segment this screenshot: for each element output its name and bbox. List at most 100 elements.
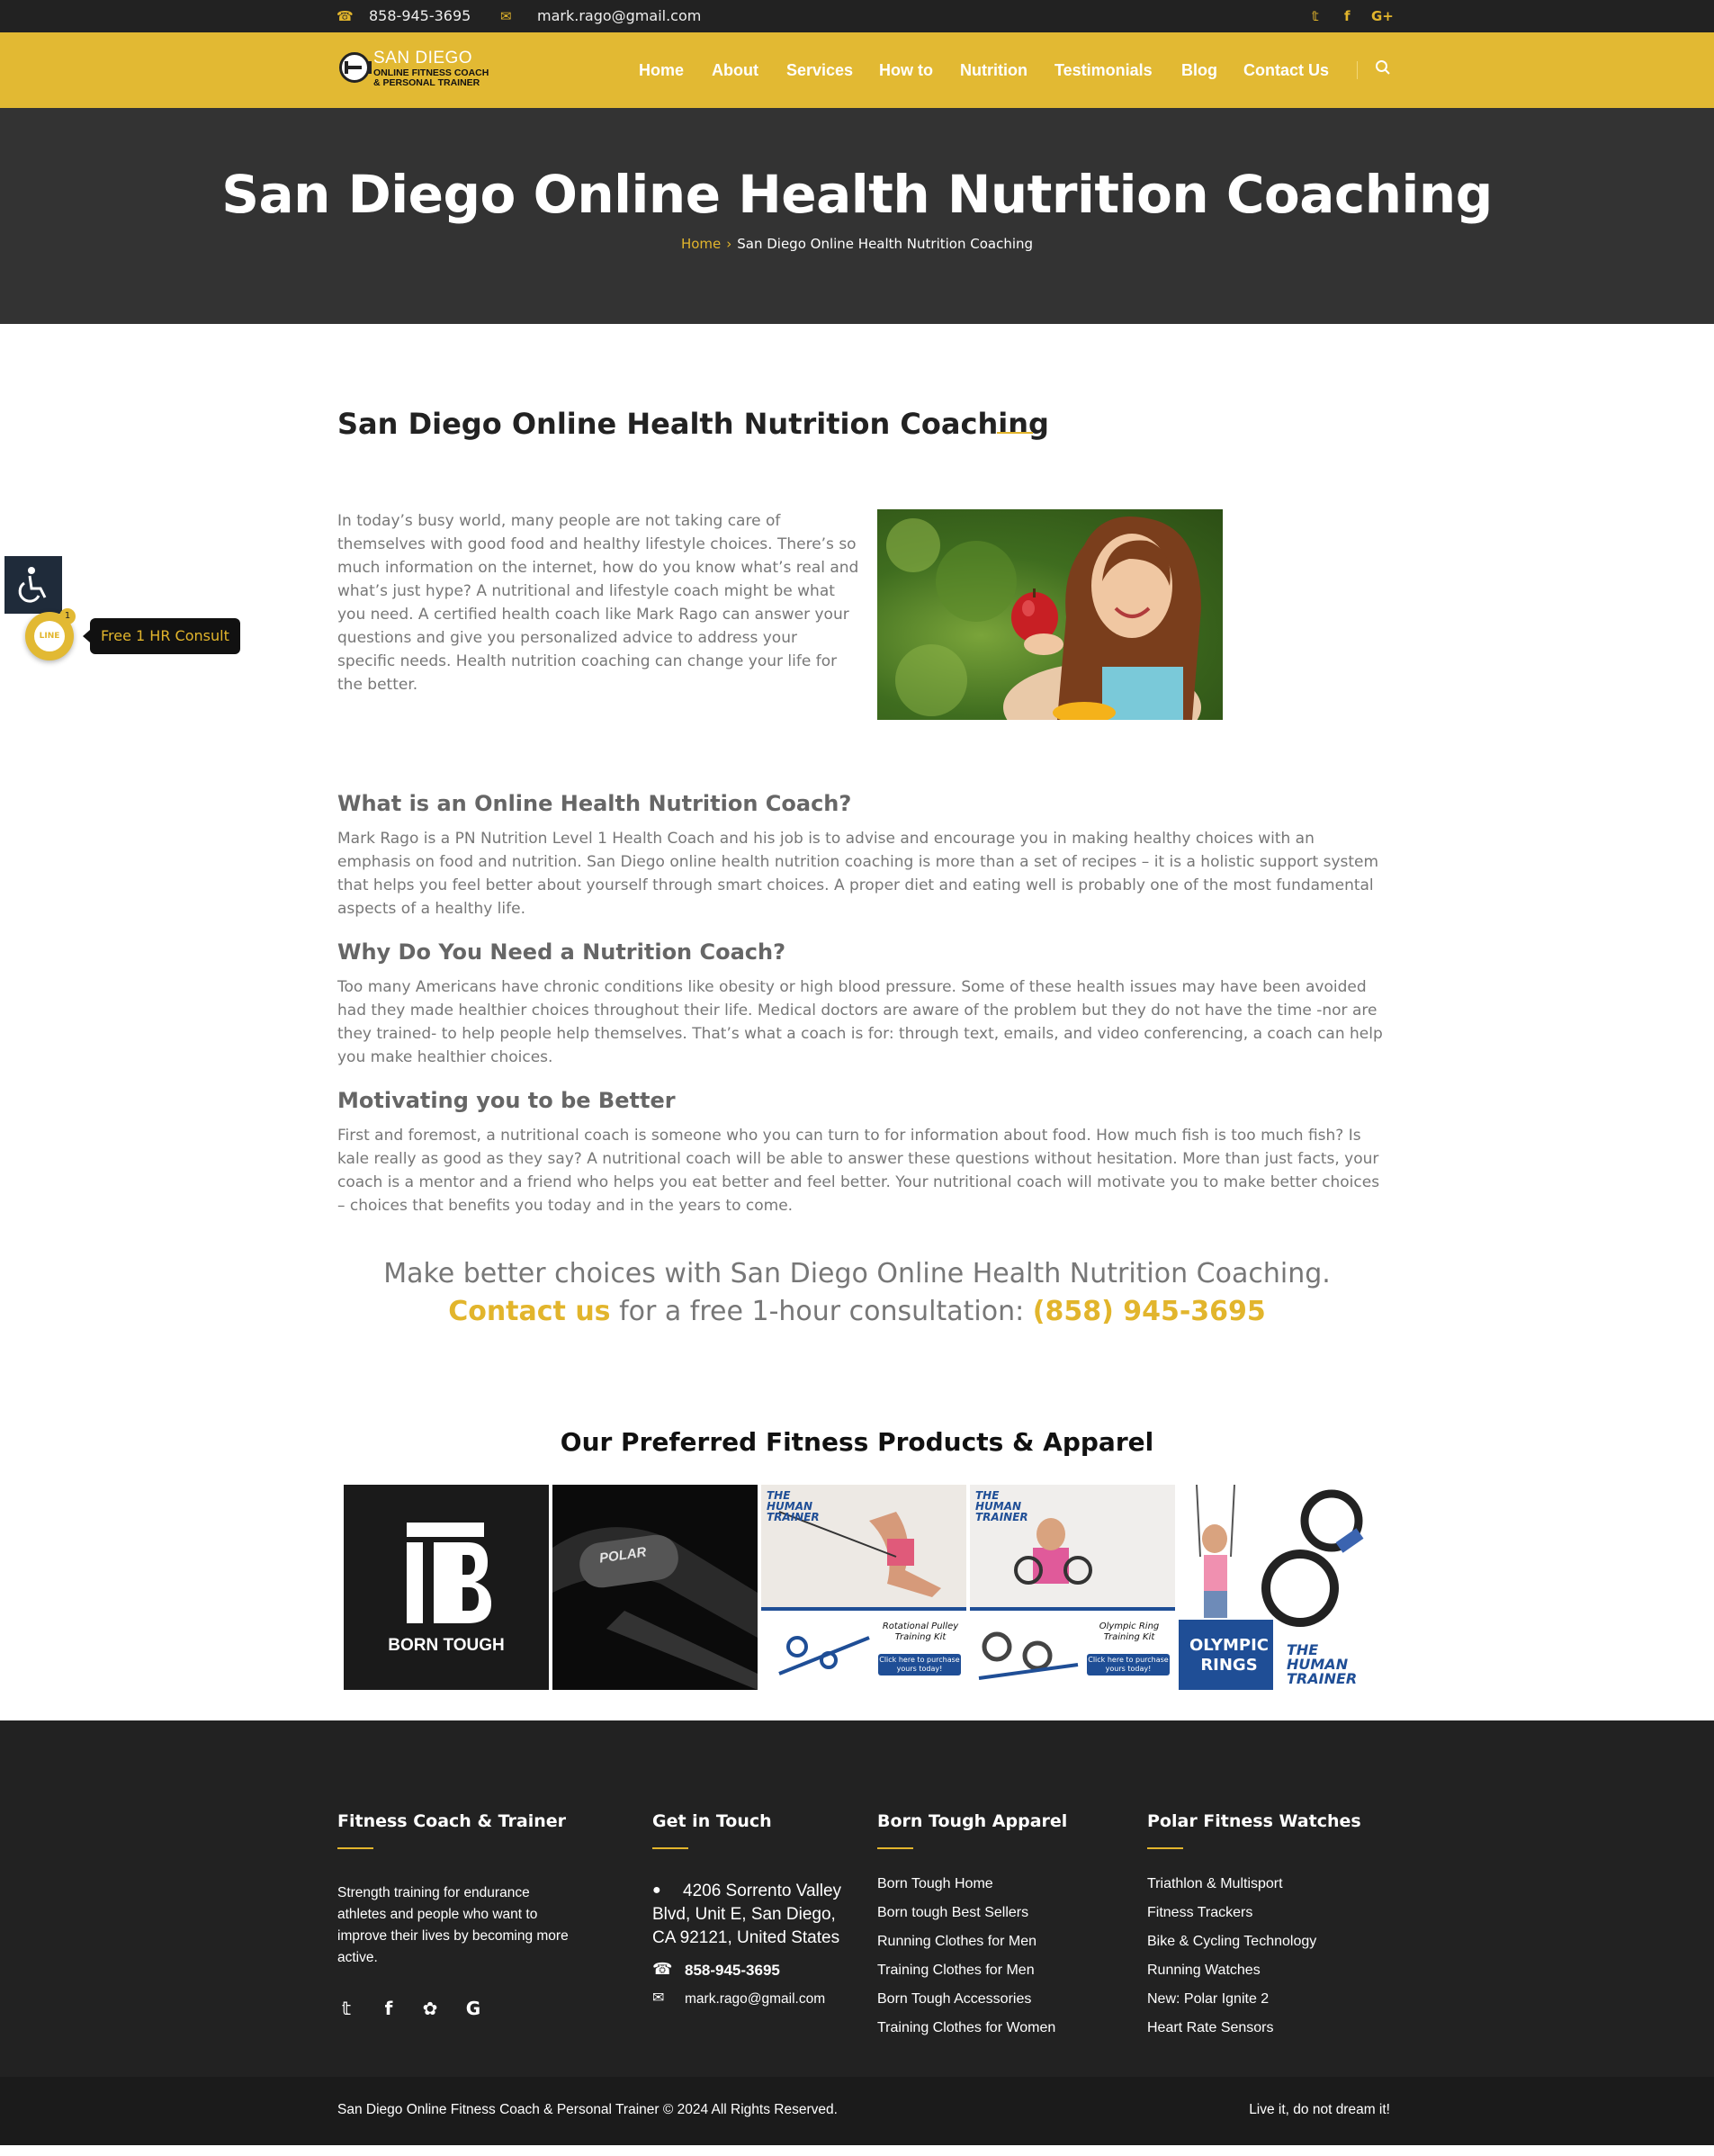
phone-icon: ☎ [652,1960,673,1978]
ring-kit-caption: Olympic Ring Training Kit [1099,1621,1160,1642]
copyright-bar [0,2077,1714,2145]
cta-middle-text: for a free 1-hour consultation: [610,1296,1033,1327]
cta-line2: Contact us for a free 1-hour consultatio… [0,1296,1714,1327]
intro-paragraph: In today’s busy world, many people are n… [337,512,859,694]
footer-link-running-clothes-men[interactable]: Running Clothes for Men [877,1934,1036,1950]
copyright-text: San Diego Online Fitness Coach & Persona… [337,2102,838,2117]
footer-col2-heading: Get in Touch [652,1811,772,1831]
footer-link-born-tough-home[interactable]: Born Tough Home [877,1876,993,1892]
logo-subtitle: ONLINE FITNESS COACH & PERSONAL TRAINER [373,68,508,88]
cta-phone-link[interactable]: (858) 945-3695 [1033,1296,1266,1327]
footer-link-fitness-trackers[interactable]: Fitness Trackers [1147,1905,1252,1921]
footer-link-running-watches[interactable]: Running Watches [1147,1963,1261,1979]
section2-body: Too many Americans have chronic conditio… [337,978,1383,1066]
nav-how-to[interactable]: How to [879,32,933,108]
olympic-rings-label: OLYMPIC RINGS [1189,1636,1269,1675]
human-trainer-brand: THE HUMAN TRAINER [1287,1641,1358,1687]
chat-button[interactable]: LINE 1 [25,608,76,660]
product-tile-polar[interactable]: POLAR [552,1485,758,1690]
born-tough-logo [344,1485,549,1690]
breadcrumb-current: San Diego Online Health Nutrition Coachi… [737,236,1034,252]
born-tough-brand: BORN TOUGH [388,1636,505,1655]
polar-strap-image [552,1485,758,1690]
twitter-icon[interactable]: 𝕥 [336,1998,357,2019]
footer-col3-heading: Born Tough Apparel [877,1811,1068,1831]
cta-line1: Make better choices with San Diego Onlin… [383,1258,1331,1289]
dumbbell-icon [339,52,372,83]
footer-col1-underline [337,1847,373,1849]
envelope-icon: ✉ [652,1990,665,2006]
nav-services[interactable]: Services [786,32,853,108]
woman-apple-photo [877,509,1223,720]
footer-col4-underline [1147,1847,1183,1849]
products-heading: Our Preferred Fitness Products & Apparel [560,1427,1154,1457]
section2-heading: Why Do You Need a Nutrition Coach? [337,939,786,965]
footer-motto: Live it, do not dream it! [1249,2102,1390,2117]
chat-badge: 1 [59,608,76,624]
facebook-icon[interactable]: f [1344,0,1351,32]
section3-heading: Motivating you to be Better [337,1088,676,1113]
footer-link-triathlon[interactable]: Triathlon & Multisport [1147,1876,1283,1892]
footer-link-training-clothes-women[interactable]: Training Clothes for Women [877,2020,1055,2036]
nav-testimonials[interactable]: Testimonials [1054,32,1153,108]
chat-tooltip[interactable]: Free 1 HR Consult [83,618,240,654]
footer-link-born-tough-accessories[interactable]: Born Tough Accessories [877,1991,1031,2008]
footer-link-heart-rate-sensors[interactable]: Heart Rate Sensors [1147,2020,1274,2036]
footer-about-text: Strength training for endurance athletes… [337,1885,569,1965]
section1-heading: What is an Online Health Nutrition Coach… [337,791,852,816]
footer-col4-heading: Polar Fitness Watches [1147,1811,1361,1831]
nav-divider [1357,61,1358,79]
nav-blog[interactable]: Blog [1181,32,1217,108]
footer-email-link[interactable]: mark.rago@gmail.com [685,1989,825,2010]
nav-about[interactable]: About [712,32,758,108]
human-trainer-brand: THE HUMAN TRAINER [767,1489,820,1523]
section1-body: Mark Rago is a PN Nutrition Level 1 Heal… [337,830,1379,918]
photo-illustration [886,517,1201,720]
footer-phone-link[interactable]: 858-945-3695 [685,1960,780,1981]
breadcrumb-separator: › [726,236,732,252]
google-plus-icon[interactable]: G+ [1371,0,1394,32]
product-tile-rotational-pulley[interactable]: THE HUMAN TRAINER Rotational Pulley Trai… [761,1485,966,1690]
logo-subtitle-line2: & PERSONAL TRAINER [373,77,480,88]
yelp-icon[interactable]: ✿ [419,1998,441,2019]
product-tile-olympic-ring-kit[interactable]: THE HUMAN TRAINER Olympic Ring Training … [970,1485,1175,1690]
search-icon[interactable] [1375,59,1391,76]
nav-home[interactable]: Home [639,32,684,108]
footer-address: 4206 Sorrento Valley Blvd, Unit E, San D… [652,1882,842,1947]
heading-underline [997,432,1033,434]
page-hero: San Diego Online Health Nutrition Coachi… [0,108,1714,324]
top-contact-bar: ☎ 858-945-3695 ✉ mark.rago@gmail.com 𝕥 f… [0,0,1714,32]
section-heading: San Diego Online Health Nutrition Coachi… [337,407,1049,441]
accessibility-button[interactable] [4,556,62,614]
top-email-link[interactable]: mark.rago@gmail.com [537,0,701,32]
cta-contact-link[interactable]: Contact us [448,1296,610,1327]
product-tile-born-tough[interactable]: BORN TOUGH [344,1485,549,1690]
footer-link-born-tough-best-sellers[interactable]: Born tough Best Sellers [877,1905,1028,1921]
envelope-icon: ✉ [500,8,512,24]
product-tile-olympic-rings[interactable]: OLYMPIC RINGS THE HUMAN TRAINER [1179,1485,1384,1690]
footer-col3-underline [877,1847,913,1849]
footer-link-bike-cycling[interactable]: Bike & Cycling Technology [1147,1934,1316,1950]
human-trainer-brand: THE HUMAN TRAINER [975,1489,1028,1523]
footer-col2-underline [652,1847,688,1849]
top-phone-link[interactable]: 858-945-3695 [369,0,471,32]
ring-kit-purchase-button[interactable]: Click here to purchase yours today! [1087,1656,1170,1674]
nav-nutrition[interactable]: Nutrition [960,32,1028,108]
nav-contact-us[interactable]: Contact Us [1243,32,1329,108]
chat-bubble-icon: LINE [34,621,65,651]
site-footer [0,1720,1714,2077]
breadcrumb: Home › San Diego Online Health Nutrition C… [0,236,1714,252]
google-icon[interactable]: G [462,1998,484,2019]
footer-col1-heading: Fitness Coach & Trainer [337,1811,566,1831]
pulley-purchase-button[interactable]: Click here to purchase yours today! [878,1656,961,1674]
main-navbar: SAN DIEGO ONLINE FITNESS COACH & PERSONA… [0,32,1714,108]
logo-title: SAN DIEGO [373,49,473,67]
facebook-icon[interactable]: f [378,1998,399,2019]
site-logo[interactable]: SAN DIEGO ONLINE FITNESS COACH & PERSONA… [337,47,499,94]
footer-link-training-clothes-men[interactable]: Training Clothes for Men [877,1963,1035,1979]
twitter-icon[interactable]: 𝕥 [1312,0,1319,32]
footer-link-polar-ignite[interactable]: New: Polar Ignite 2 [1147,1991,1269,2008]
breadcrumb-home-link[interactable]: Home [681,236,721,252]
pulley-caption: Rotational Pulley Training Kit [882,1621,959,1642]
wheelchair-icon [18,567,47,603]
